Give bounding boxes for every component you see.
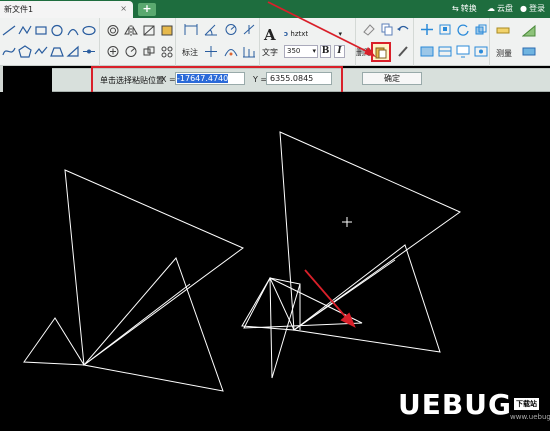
- draw-group: [0, 18, 100, 66]
- freehand-icon[interactable]: [34, 45, 48, 58]
- coordinate-icon[interactable]: [204, 45, 218, 58]
- offset-icon[interactable]: [106, 24, 120, 37]
- convert-button[interactable]: ⇆ 转换: [452, 3, 477, 14]
- zoom-window-icon[interactable]: [438, 23, 452, 36]
- copy-icon[interactable]: [380, 23, 394, 36]
- delete-label[interactable]: 删除: [356, 47, 372, 58]
- bold-button[interactable]: B: [320, 45, 331, 58]
- modify-group: [100, 18, 176, 66]
- x-coordinate-label: X =: [161, 75, 176, 84]
- measure-label[interactable]: 测量: [496, 48, 512, 59]
- array-icon[interactable]: [160, 45, 174, 58]
- layer-icon[interactable]: [438, 45, 452, 58]
- undo-icon[interactable]: [396, 23, 410, 36]
- title-bar: 新文件1 × + ⇆ 转换 ☁ 云盘 ● 登录: [0, 0, 550, 18]
- italic-button[interactable]: I: [334, 45, 345, 58]
- settings-icon[interactable]: [474, 45, 488, 58]
- polygon-icon[interactable]: [18, 45, 32, 58]
- brush-icon[interactable]: [396, 45, 410, 58]
- close-tab-icon[interactable]: ×: [120, 4, 127, 13]
- baseline-icon[interactable]: [242, 45, 256, 58]
- distance-measure-icon[interactable]: [522, 45, 536, 58]
- ellipse-icon[interactable]: [82, 24, 96, 37]
- font-name-select[interactable]: ↄ hztxt ▾: [284, 28, 342, 40]
- radius-dimension-icon[interactable]: [224, 23, 238, 36]
- text-label[interactable]: 文字: [262, 47, 278, 58]
- tab-title: 新文件1: [4, 5, 34, 14]
- line-icon[interactable]: [2, 24, 16, 37]
- move-icon[interactable]: [420, 23, 434, 36]
- area-measure-icon[interactable]: [521, 24, 536, 37]
- rectangle-icon[interactable]: [34, 24, 48, 37]
- y-coordinate-input[interactable]: 6355.0845: [266, 72, 332, 85]
- view-group: [414, 18, 490, 66]
- arc-length-icon[interactable]: [224, 45, 238, 58]
- trim-icon[interactable]: [142, 24, 156, 37]
- triangle-icon[interactable]: [66, 45, 80, 58]
- view-3d-icon[interactable]: [474, 23, 488, 36]
- image-icon[interactable]: [420, 45, 434, 58]
- chevron-down-icon: ▾: [312, 47, 316, 55]
- dimension-icon[interactable]: [184, 23, 198, 36]
- ruler-icon[interactable]: [496, 24, 510, 37]
- font-icon: ↄ: [284, 30, 289, 38]
- fill-icon[interactable]: [160, 24, 174, 37]
- mirror-icon[interactable]: [124, 24, 138, 37]
- watermark-url: www.uebug.com: [510, 413, 550, 421]
- convert-icon: ⇆: [452, 4, 459, 13]
- measure-group: 测量: [490, 18, 550, 66]
- edit-group: 删除: [356, 18, 414, 66]
- angle-dimension-icon[interactable]: [204, 23, 218, 36]
- font-size-select[interactable]: 350 ▾: [284, 45, 318, 58]
- spline-icon[interactable]: [2, 45, 16, 58]
- paste-button[interactable]: [371, 42, 391, 62]
- chevron-down-icon: ▾: [338, 30, 342, 38]
- login-button[interactable]: ● 登录: [520, 3, 545, 14]
- add-tab-button[interactable]: +: [138, 3, 156, 16]
- drawing-canvas[interactable]: [0, 92, 550, 431]
- display-icon[interactable]: [456, 45, 470, 58]
- text-tool-icon[interactable]: A: [264, 26, 276, 44]
- arc-icon[interactable]: [66, 24, 80, 37]
- x-coordinate-input[interactable]: -17647.4740: [175, 72, 245, 85]
- circle-icon[interactable]: [50, 24, 64, 37]
- point-icon[interactable]: [82, 45, 96, 58]
- canvas-background: [0, 92, 550, 431]
- cloud-button[interactable]: ☁ 云盘: [487, 3, 513, 14]
- paste-icon: [375, 47, 387, 59]
- tab-new-file[interactable]: 新文件1 ×: [0, 1, 133, 18]
- annotate-label[interactable]: 标注: [182, 47, 198, 58]
- cloud-icon: ☁: [487, 4, 495, 13]
- annotation-group: 标注: [176, 18, 260, 66]
- user-icon: ●: [520, 4, 527, 13]
- ribbon-toolbar: 标注 A 文字 ↄ hztxt ▾ 350 ▾ B I 删除 测量: [0, 18, 550, 66]
- leader-icon[interactable]: [242, 23, 256, 36]
- polyline-icon[interactable]: [18, 24, 32, 37]
- confirm-button[interactable]: 确定: [362, 72, 422, 85]
- watermark-badge: 下载站: [514, 398, 539, 410]
- rotate-icon[interactable]: [124, 45, 138, 58]
- refresh-icon[interactable]: [456, 23, 470, 36]
- eraser-icon[interactable]: [362, 23, 376, 36]
- text-group: A 文字: [260, 18, 356, 66]
- paste-position-prompt: 单击选择粘贴位置: [100, 76, 164, 85]
- watermark-text: UEBUG: [398, 388, 512, 421]
- trapezoid-icon[interactable]: [50, 45, 64, 58]
- block-icon[interactable]: [106, 45, 120, 58]
- watermark-logo: UEBUG 下载站 www.uebug.com: [398, 388, 550, 428]
- scale-icon[interactable]: [142, 45, 156, 58]
